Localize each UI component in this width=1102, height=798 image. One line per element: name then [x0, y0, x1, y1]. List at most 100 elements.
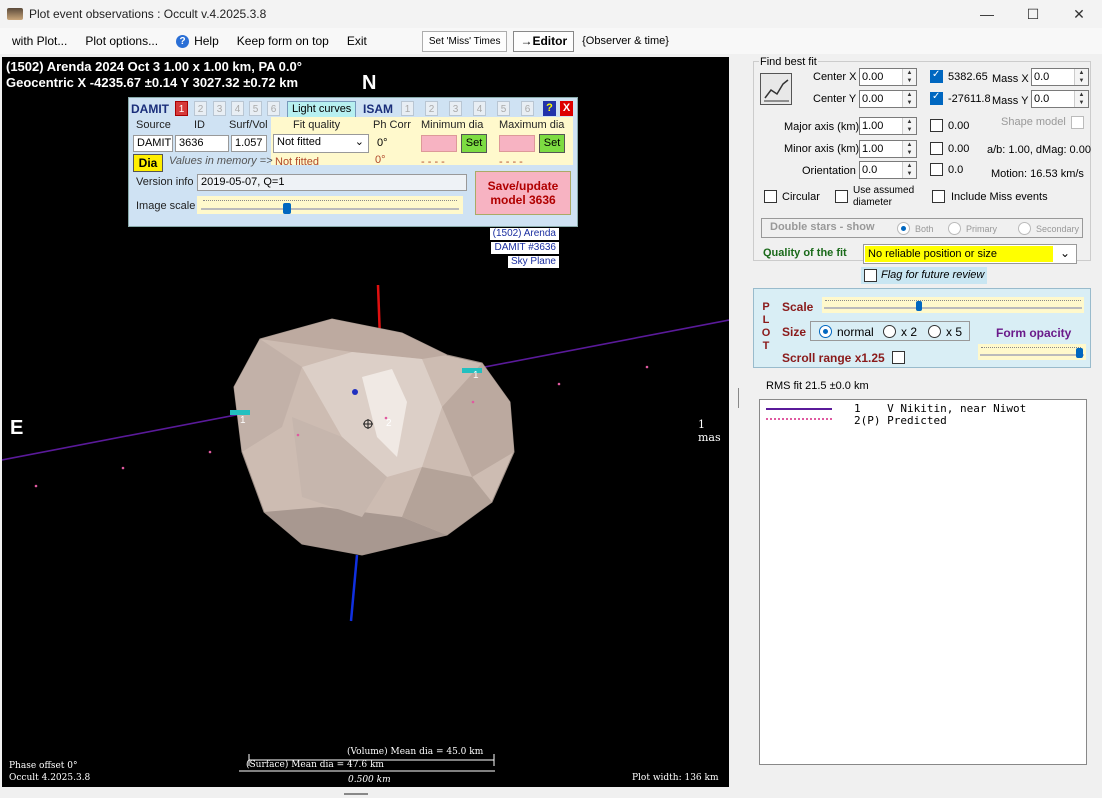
form-opacity-slider[interactable]: [978, 344, 1086, 360]
center-y-checkbox[interactable]: [930, 91, 943, 105]
mass-x-input[interactable]: 0.0 ▲ ▼: [1031, 68, 1089, 86]
id-label: ID: [194, 119, 205, 131]
damit-model-4[interactable]: 4: [231, 101, 244, 116]
sky-label-asteroid: (1502) Arenda: [489, 228, 559, 240]
scale-slider-thumb[interactable]: [916, 301, 922, 311]
id-value[interactable]: 3636: [175, 135, 229, 152]
image-scale-slider[interactable]: [197, 196, 463, 214]
orientation-checkbox[interactable]: [930, 163, 943, 176]
min-dia-set-button[interactable]: Set: [461, 134, 487, 153]
save-line-1: Save/update: [487, 179, 559, 193]
spin-arrows-icon[interactable]: ▲ ▼: [902, 162, 916, 178]
radio-both[interactable]: [897, 222, 910, 235]
set-miss-times-button[interactable]: Set 'Miss' Times: [421, 30, 508, 52]
flag-review-checkbox[interactable]: [864, 269, 877, 282]
ph-corr-value[interactable]: 0°: [373, 135, 411, 152]
circular-label: Circular: [782, 191, 820, 203]
minor-axis-input[interactable]: 1.00 ▲ ▼: [859, 140, 917, 158]
scale-slider[interactable]: [822, 297, 1084, 313]
image-scale-thumb[interactable]: [283, 203, 291, 214]
size-normal-label: normal: [837, 325, 874, 339]
mass-y-input[interactable]: 0.0 ▲ ▼: [1031, 90, 1089, 108]
menu-plot-options[interactable]: Plot options...: [76, 28, 167, 54]
flag-review-toggle[interactable]: Flag for future review: [861, 267, 987, 284]
spin-arrows-icon[interactable]: ▲ ▼: [902, 141, 916, 157]
size-x5-radio[interactable]: [928, 325, 941, 338]
isam-model-3[interactable]: 3: [449, 101, 462, 116]
isam-model-2[interactable]: 2: [425, 101, 438, 116]
surfvol-value: 1.057: [231, 135, 267, 152]
isam-model-5[interactable]: 5: [497, 101, 510, 116]
radio-primary[interactable]: [948, 222, 961, 235]
mass-x-value: 0.0: [1034, 71, 1050, 83]
center-y-value: 0.00: [862, 93, 884, 105]
close-button[interactable]: ✕: [1056, 0, 1102, 28]
menu-help[interactable]: ? Help: [167, 28, 228, 54]
size-x2-radio[interactable]: [883, 325, 896, 338]
damit-close-icon[interactable]: X: [560, 101, 573, 116]
maximize-button[interactable]: ☐: [1010, 0, 1056, 28]
spin-arrows-icon[interactable]: ▲ ▼: [902, 118, 916, 134]
max-dia-input[interactable]: [499, 135, 535, 152]
min-dia-input[interactable]: [421, 135, 457, 152]
dia-button[interactable]: Dia: [133, 154, 163, 172]
size-x2-label: x 2: [901, 325, 918, 339]
shape-model-checkbox[interactable]: [1071, 116, 1084, 129]
light-curves-button[interactable]: Light curves: [287, 101, 357, 118]
isam-model-6[interactable]: 6: [521, 101, 534, 116]
spin-arrows-icon[interactable]: ▲ ▼: [1074, 91, 1088, 107]
orientation-value: 0.0: [862, 164, 878, 176]
plot-title-line2: Geocentric X -4235.67 ±0.14 Y 3027.32 ±0…: [6, 75, 299, 90]
center-x-input[interactable]: 0.00 ▲ ▼: [859, 68, 917, 86]
circular-checkbox[interactable]: [764, 190, 777, 203]
quality-value: No reliable position or size: [865, 246, 1053, 262]
max-dia-set-button[interactable]: Set: [539, 134, 565, 153]
minimize-button[interactable]: —: [964, 0, 1010, 28]
spin-arrows-icon[interactable]: ▲ ▼: [902, 91, 916, 107]
damit-model-3[interactable]: 3: [213, 101, 226, 116]
min-dia-label: Minimum dia: [421, 119, 484, 131]
minor-axis-checkbox[interactable]: [930, 142, 943, 155]
size-normal-radio[interactable]: [819, 325, 832, 338]
fit-quality-select[interactable]: Not fitted ⌄: [273, 134, 369, 153]
plot-area[interactable]: (1502) Arenda 2024 Oct 3 1.00 x 1.00 km,…: [2, 57, 729, 787]
menu-help-label: Help: [194, 34, 219, 48]
center-y-input[interactable]: 0.00 ▲ ▼: [859, 90, 917, 108]
damit-model-5[interactable]: 5: [249, 101, 262, 116]
major-axis-input[interactable]: 1.00 ▲ ▼: [859, 117, 917, 135]
scroll-range-checkbox[interactable]: [892, 351, 905, 364]
mass-y-label: Mass Y: [992, 95, 1029, 107]
save-update-model-button[interactable]: Save/update model 3636: [475, 171, 571, 215]
radio-secondary[interactable]: [1018, 222, 1031, 235]
fit-quality-label: Fit quality: [293, 119, 341, 131]
plot-width-label: Plot width: 136 km: [632, 773, 719, 783]
center-x-label: Center X: [813, 71, 857, 83]
damit-model-1[interactable]: 1: [175, 101, 188, 116]
version-info-value: 2019-05-07, Q=1: [197, 174, 467, 191]
orientation-input[interactable]: 0.0 ▲ ▼: [859, 161, 917, 179]
isam-model-4[interactable]: 4: [473, 101, 486, 116]
major-axis-checkbox[interactable]: [930, 119, 943, 132]
chevron-down-icon: ⌄: [354, 136, 364, 148]
form-opacity-thumb[interactable]: [1076, 348, 1083, 358]
fit-button[interactable]: [760, 73, 792, 105]
isam-model-1[interactable]: 1: [401, 101, 414, 116]
editor-button[interactable]: →Editor: [513, 30, 575, 52]
menu-exit[interactable]: Exit: [338, 28, 376, 54]
use-assumed-checkbox[interactable]: [835, 190, 848, 203]
spin-arrows-icon[interactable]: ▲ ▼: [902, 69, 916, 85]
damit-model-2[interactable]: 2: [194, 101, 207, 116]
center-x-checkbox[interactable]: [930, 69, 943, 83]
source-label: Source: [136, 119, 171, 131]
spin-arrows-icon[interactable]: ▲ ▼: [1074, 69, 1088, 85]
menu-keep-on-top[interactable]: Keep form on top: [228, 28, 338, 54]
primary-label: Primary: [966, 224, 997, 234]
resize-grip[interactable]: [344, 793, 368, 795]
observer-time-label[interactable]: {Observer & time}: [582, 35, 669, 47]
include-miss-checkbox[interactable]: [932, 190, 945, 203]
menu-with-plot[interactable]: with Plot...: [0, 28, 76, 54]
damit-help-icon[interactable]: ?: [543, 101, 556, 116]
quality-select[interactable]: No reliable position or size ⌄: [863, 244, 1077, 264]
damit-model-6[interactable]: 6: [267, 101, 280, 116]
include-miss-label: Include Miss events: [951, 191, 1048, 203]
